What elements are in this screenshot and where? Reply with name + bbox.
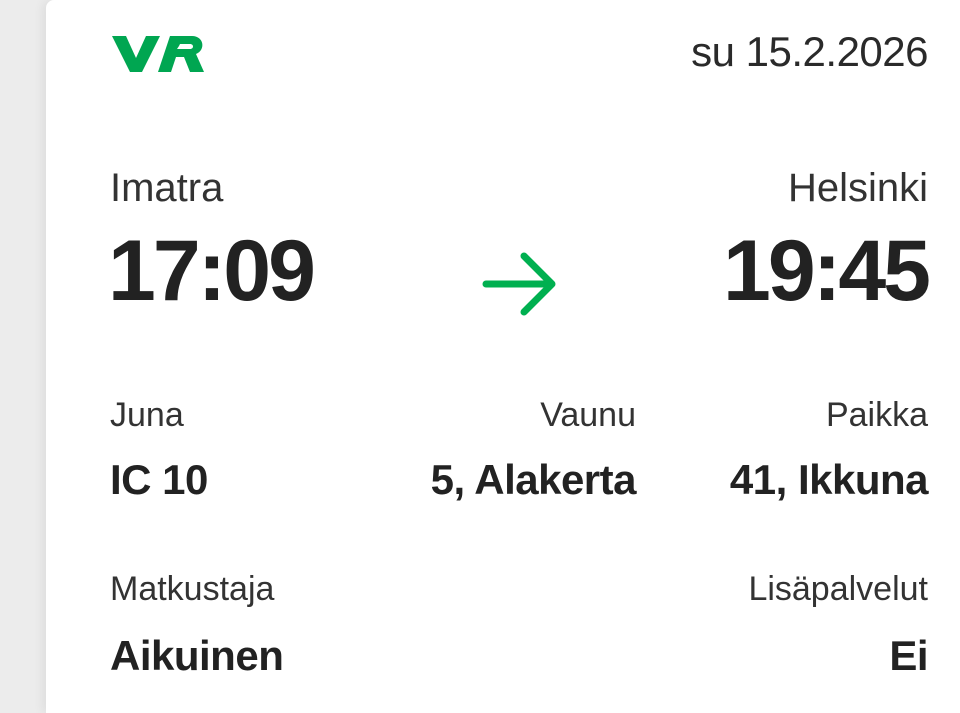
destination-station: Helsinki: [787, 166, 928, 210]
train-value: IC 10: [110, 456, 208, 503]
extras-label: Lisäpalvelut: [748, 570, 928, 608]
train-label: Juna: [110, 396, 184, 434]
extras-value: Ei: [889, 632, 928, 679]
departure-time: 17:09: [108, 223, 316, 319]
origin-station: Imatra: [110, 166, 224, 210]
arrow-right-icon: [482, 252, 556, 316]
travel-date: su 15.2.2026: [691, 28, 928, 75]
car-label: Vaunu: [540, 396, 636, 434]
car-value: 5, Alakerta: [430, 456, 637, 503]
vr-logo: [112, 36, 204, 72]
arrival-time: 19:45: [723, 223, 931, 319]
ticket-card: su 15.2.2026 Imatra Helsinki 17:09 19:45…: [46, 0, 960, 713]
seat-label: Paikka: [825, 396, 928, 434]
seat-value: 41, Ikkuna: [729, 456, 929, 503]
passenger-value: Aikuinen: [110, 632, 284, 679]
passenger-label: Matkustaja: [110, 570, 275, 608]
